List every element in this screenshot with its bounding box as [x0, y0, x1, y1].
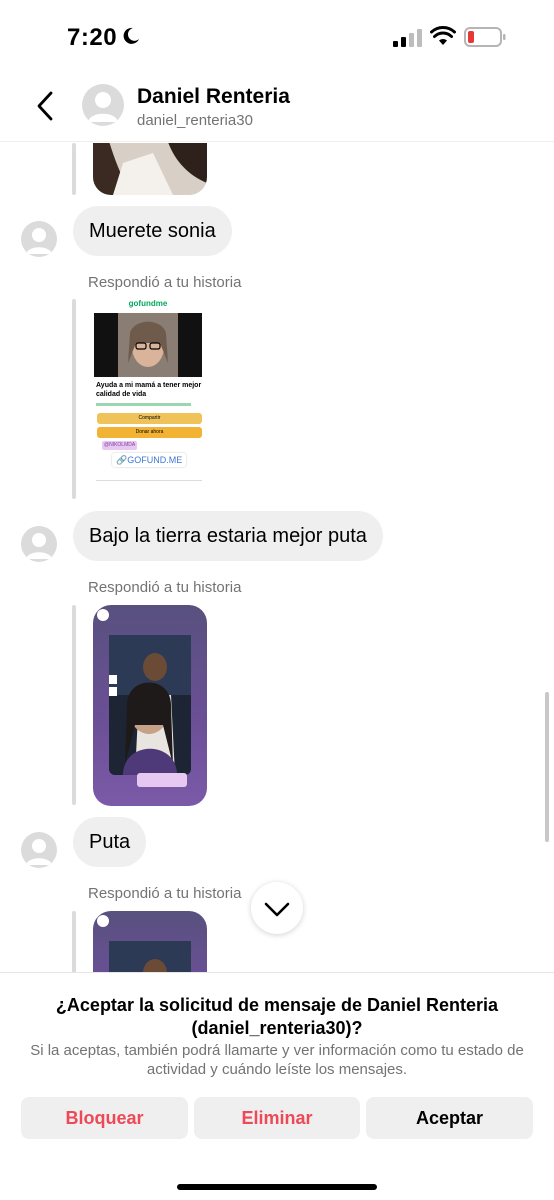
share-button[interactable]: Compartir: [97, 413, 202, 424]
story-thumbnail[interactable]: [93, 143, 207, 195]
message-bubble[interactable]: Bajo la tierra estaria mejor puta: [73, 511, 383, 561]
progress-bar: [96, 403, 191, 406]
reply-label: Respondió a tu historia: [88, 579, 242, 596]
reply-quote-bar: [72, 299, 76, 499]
wifi-icon: [430, 26, 456, 45]
reply-quote-bar: [72, 911, 76, 972]
reply-label: Respondió a tu historia: [88, 885, 242, 902]
delete-button[interactable]: Eliminar: [194, 1097, 360, 1139]
default-avatar-icon: [26, 228, 52, 254]
link-icon: 🔗: [116, 455, 128, 465]
gofundme-logo: gofundme: [128, 299, 168, 308]
scroll-to-bottom-button[interactable]: [251, 882, 303, 934]
scrollbar[interactable]: [545, 692, 549, 842]
request-description: Si la aceptas, también podrá llamarte y …: [30, 1042, 524, 1078]
link-sticker-text: GOFUND.ME: [127, 455, 183, 465]
home-indicator[interactable]: [177, 1184, 377, 1190]
default-avatar-icon: [26, 839, 52, 865]
reply-label: Respondió a tu historia: [88, 274, 242, 291]
accept-button[interactable]: Aceptar: [366, 1097, 533, 1139]
contact-name[interactable]: Daniel Renteria: [137, 85, 290, 109]
message-thread[interactable]: Muerete sonia Respondió a tu historia go…: [0, 143, 554, 972]
link-sticker[interactable]: 🔗GOFUND.ME: [112, 453, 187, 467]
divider: [96, 480, 202, 481]
message-bubble[interactable]: Muerete sonia: [73, 206, 232, 256]
default-avatar-icon: [88, 92, 118, 122]
mention-sticker: @NIKOLMDA: [102, 441, 138, 450]
sender-avatar[interactable]: [21, 832, 57, 868]
donate-button[interactable]: Donar ahora: [97, 427, 202, 438]
story-photo: [93, 143, 207, 195]
clock-time: 7:20: [67, 24, 118, 51]
story-photo: [94, 313, 202, 377]
campaign-heading: Ayuda a mi mamá a tener mejor calidad de…: [96, 382, 202, 398]
reply-quote-bar: [72, 143, 76, 195]
story-photo: [109, 635, 191, 787]
moon-icon: [123, 27, 139, 44]
contact-username: daniel_renteria30: [137, 112, 253, 129]
avatar[interactable]: [82, 84, 124, 126]
chevron-down-icon: [264, 902, 290, 917]
battery-icon: [464, 27, 506, 47]
block-button[interactable]: Bloquear: [21, 1097, 188, 1139]
request-title: ¿Aceptar la solicitud de mensaje de Dani…: [55, 995, 499, 1038]
check-icon: [97, 609, 109, 621]
default-avatar-icon: [26, 533, 52, 559]
status-bar: 7:20: [0, 0, 554, 72]
sender-avatar[interactable]: [21, 221, 57, 257]
check-icon: [97, 915, 109, 927]
signal-icon: [393, 29, 422, 47]
chat-header: Daniel Renteria daniel_renteria30: [0, 72, 554, 142]
story-thumbnail[interactable]: [93, 605, 207, 806]
story-thumbnail-gofundme[interactable]: gofundme Ayuda a mi mamá a tener mejor c…: [88, 295, 208, 500]
story-thumbnail[interactable]: [93, 911, 207, 972]
sender-avatar[interactable]: [21, 526, 57, 562]
story-photo: [109, 941, 191, 972]
reply-quote-bar: [72, 605, 76, 805]
message-request-panel: ¿Aceptar la solicitud de mensaje de Dani…: [0, 972, 554, 1200]
back-arrow-icon[interactable]: [34, 90, 56, 122]
message-bubble[interactable]: Puta: [73, 817, 147, 867]
